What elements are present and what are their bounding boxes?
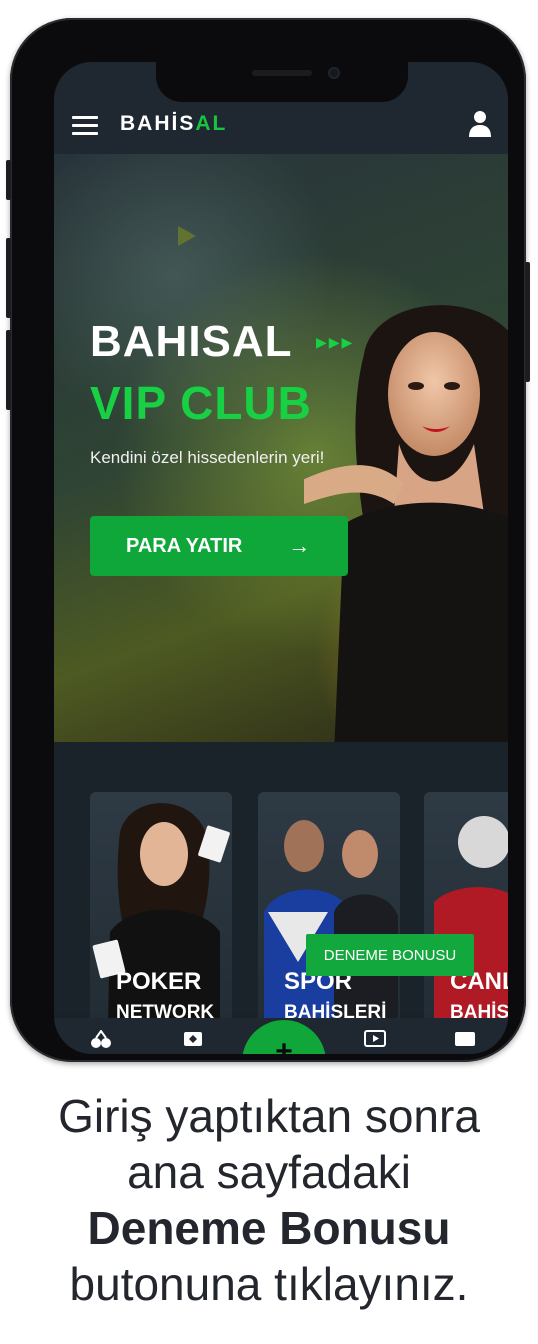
deposit-button[interactable]: PARA YATIR → xyxy=(90,516,348,576)
logo-main-text: BAHİS xyxy=(120,112,196,135)
caption-line-3: Deneme Bonusu xyxy=(87,1202,451,1254)
caption-line-1: Giriş yaptıktan sonra xyxy=(58,1090,480,1142)
cards-icon[interactable] xyxy=(182,1030,204,1048)
slot-cherries-icon[interactable] xyxy=(90,1030,112,1048)
volume-up-button xyxy=(6,238,11,318)
hero-tagline: Kendini özel hissedenlerin yeri! xyxy=(90,448,325,467)
category-cards: POKER NETWORK SPOR BAHİSLERİ CAN BAHİS D… xyxy=(54,742,508,1024)
phone-frame: BAHİSAL BAHISAL ▶▶▶ VIP CLUB Kendini öze… xyxy=(6,18,530,1062)
play-triangle-decoration xyxy=(178,226,196,246)
deneme-bonusu-button[interactable]: DENEME BONUSU xyxy=(306,934,474,976)
camera-icon xyxy=(328,67,340,79)
hero-title: BAHISAL xyxy=(90,317,293,366)
card-title: POKER xyxy=(116,968,202,995)
caption-line-4: butonuna tıklayınız. xyxy=(69,1258,469,1310)
instruction-caption: Giriş yaptıktan sonra ana sayfadaki Dene… xyxy=(0,1088,538,1312)
menu-icon[interactable] xyxy=(72,116,98,135)
deposit-button-label: PARA YATIR xyxy=(126,534,243,557)
vip-club-banner[interactable]: BAHISAL ▶▶▶ VIP CLUB Kendini özel hissed… xyxy=(54,154,508,742)
power-button xyxy=(525,262,530,382)
tv-play-icon[interactable] xyxy=(364,1030,386,1048)
silent-switch xyxy=(6,160,11,200)
speaker-grille xyxy=(252,70,312,76)
poker-card[interactable]: POKER NETWORK xyxy=(90,792,232,1024)
live-betting-card[interactable]: CANLI BAHİS xyxy=(424,792,508,1024)
chat-icon[interactable] xyxy=(454,1030,476,1048)
sports-betting-card[interactable]: SPOR BAHİSLERİ xyxy=(258,792,400,1024)
bahisal-logo[interactable]: BAHİSAL xyxy=(120,112,227,136)
phone-screen: BAHİSAL BAHISAL ▶▶▶ VIP CLUB Kendini öze… xyxy=(54,62,508,1054)
caption-line-2: ana sayfadaki xyxy=(127,1146,411,1198)
phone-notch xyxy=(156,58,408,102)
hero-arrows-decoration: ▶▶▶ xyxy=(316,334,355,350)
hero-subtitle: VIP CLUB xyxy=(90,377,312,429)
user-account-icon[interactable] xyxy=(468,110,492,138)
arrow-right-icon: → xyxy=(288,533,311,558)
volume-down-button xyxy=(6,330,11,410)
logo-accent-text: AL xyxy=(195,112,228,135)
